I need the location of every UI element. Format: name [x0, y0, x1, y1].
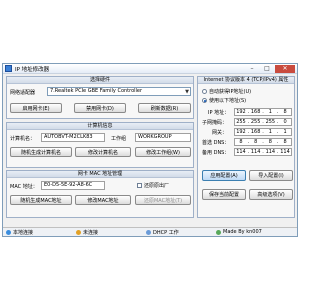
- computer-group-heading: 计算机信息: [7, 123, 193, 130]
- ip-octet: 8: [283, 109, 287, 115]
- workgroup-input[interactable]: WORKGROUP: [135, 133, 191, 142]
- mac-group-heading: 网卡 MAC 地址管理: [7, 171, 193, 178]
- title-bar: IP 地址修改器 – □ ✕: [3, 64, 297, 74]
- status-author: Made By kn007: [223, 229, 262, 235]
- ip-octet: 114: [250, 149, 261, 155]
- enable-adapter-button[interactable]: 启用网卡(E): [10, 103, 62, 113]
- mac-group: 网卡 MAC 地址管理 MAC 地址： E0-D5-5E-92-A8-6C 还原…: [6, 170, 194, 218]
- advanced-options-button[interactable]: 高级选项(V): [249, 189, 293, 200]
- alternate-dns-input[interactable]: 114. 114. 114. 114: [234, 148, 292, 156]
- subnet-mask-input[interactable]: 255. 255. 255. 0: [234, 118, 292, 126]
- author-icon: [216, 229, 221, 235]
- status-link-state: 未连接: [83, 229, 99, 236]
- computer-name-input[interactable]: AUTOBVT-M2CLK83: [41, 133, 105, 142]
- primary-dns-row-label: 首选 DNS：: [202, 140, 230, 146]
- ip-octet: 255: [265, 119, 276, 125]
- mac-address-input[interactable]: E0-D5-5E-92-A8-6C: [41, 181, 105, 190]
- adapter-group: 选择硬件 网络适配器 7.Realtek PCIe GBE Family Con…: [6, 76, 194, 119]
- status-segment-link: 未连接: [73, 229, 143, 236]
- ip-octet: 8: [239, 139, 243, 145]
- adapter-select[interactable]: 7.Realtek PCIe GBE Family Controller ▼: [47, 87, 191, 96]
- computer-name-label: 计算机名：: [10, 136, 36, 142]
- adapter-selected-value: 7.Realtek PCIe GBE Family Controller: [50, 88, 143, 94]
- mac-address-label: MAC 地址：: [10, 184, 38, 190]
- minimize-button[interactable]: –: [245, 65, 259, 73]
- ip-octet: 114: [280, 149, 290, 155]
- ip-octet: 1: [268, 129, 272, 135]
- gateway-row-label: 网关：: [212, 130, 228, 136]
- adapter-group-heading: 选择硬件: [7, 77, 193, 84]
- status-bar: 本地连接 未连接 DHCP 工作 Made By kn007: [3, 227, 297, 236]
- ip-octet: 255: [236, 119, 246, 125]
- subnet-row-label: 子网掩码：: [202, 120, 228, 126]
- status-dhcp: DHCP 工作: [153, 229, 179, 236]
- save-config-button[interactable]: 保存当前配置: [202, 189, 246, 200]
- workgroup-label: 工作组: [111, 136, 127, 142]
- network-icon: [6, 229, 11, 235]
- primary-dns-input[interactable]: 8. 8. 8. 8: [234, 138, 292, 146]
- computer-group: 计算机信息 计算机名： AUTOBVT-M2CLK83 工作组 WORKGROU…: [6, 122, 194, 168]
- ipv4-group: Internet 协议版本 4 (TCP/IPv4) 属性 自动获得IP地址(U…: [197, 76, 295, 218]
- manual-ip-label: 使用以下地址(S): [209, 98, 247, 104]
- modify-workgroup-button[interactable]: 修改工作组(W): [135, 147, 191, 157]
- chevron-down-icon: ▼: [185, 89, 189, 95]
- checkbox-box: [137, 183, 142, 188]
- auto-ip-label: 自动获得IP地址(U): [209, 89, 252, 95]
- ip-octet: 114: [236, 149, 246, 155]
- maximize-button[interactable]: □: [260, 65, 274, 73]
- ip-row-label: IP 地址：: [208, 110, 230, 116]
- status-segment-author: Made By kn007: [213, 229, 265, 235]
- window-title: IP 地址修改器: [15, 66, 50, 73]
- ip-octet: 0: [283, 119, 287, 125]
- ip-octet: 1: [268, 109, 272, 115]
- restore-factory-checkbox[interactable]: 还原原出厂: [137, 182, 169, 189]
- modify-mac-button[interactable]: 修改MAC地址: [75, 195, 131, 205]
- alternate-dns-row-label: 备用 DNS：: [202, 150, 230, 156]
- warning-icon: [76, 229, 81, 235]
- app-window: IP 地址修改器 – □ ✕ 选择硬件 网络适配器 7.Realtek PCIe…: [2, 63, 298, 237]
- gateway-input[interactable]: 192. 168. 1. 1: [234, 128, 292, 136]
- radio-dot: [202, 89, 207, 94]
- status-segment-dhcp: DHCP 工作: [143, 229, 213, 236]
- ip-octet: 255: [250, 119, 261, 125]
- ip-octet: 8: [268, 139, 272, 145]
- app-icon: [5, 65, 12, 72]
- ip-octet: 168: [250, 109, 261, 115]
- ip-octet: 8: [283, 139, 287, 145]
- close-button[interactable]: ✕: [275, 64, 295, 73]
- refresh-data-button[interactable]: 刷新数据(R): [138, 103, 191, 113]
- ip-octet: 192: [236, 109, 246, 115]
- ip-octet: 8: [254, 139, 258, 145]
- ip-address-input[interactable]: 192. 168. 1. 8: [234, 108, 292, 116]
- random-computer-name-button[interactable]: 随机生成计算机名: [10, 147, 72, 157]
- restore-factory-label: 还原原出厂: [144, 183, 170, 189]
- manual-ip-radio[interactable]: 使用以下地址(S): [202, 97, 246, 104]
- disable-adapter-button[interactable]: 禁用网卡(D): [74, 103, 126, 113]
- ip-octet: 1: [283, 129, 287, 135]
- status-local-connection: 本地连接: [13, 229, 34, 236]
- random-mac-button[interactable]: 随机生成MAC地址: [10, 195, 72, 205]
- ip-octet: 168: [250, 129, 261, 135]
- restore-mac-button[interactable]: 还原MAC地址(T): [135, 195, 191, 205]
- apply-config-button[interactable]: 应用配置(A): [202, 170, 246, 181]
- adapter-label: 网络适配器: [10, 90, 36, 96]
- status-segment-connection: 本地连接: [3, 229, 73, 236]
- auto-ip-radio[interactable]: 自动获得IP地址(U): [202, 88, 251, 95]
- ipv4-group-heading: Internet 协议版本 4 (TCP/IPv4) 属性: [198, 77, 294, 84]
- dhcp-icon: [146, 229, 151, 235]
- radio-dot-selected: [202, 98, 207, 103]
- modify-computer-name-button[interactable]: 修改计算机名: [75, 147, 131, 157]
- ip-octet: 114: [265, 149, 276, 155]
- import-config-button[interactable]: 导入配置(I): [249, 170, 293, 181]
- ip-octet: 192: [236, 129, 246, 135]
